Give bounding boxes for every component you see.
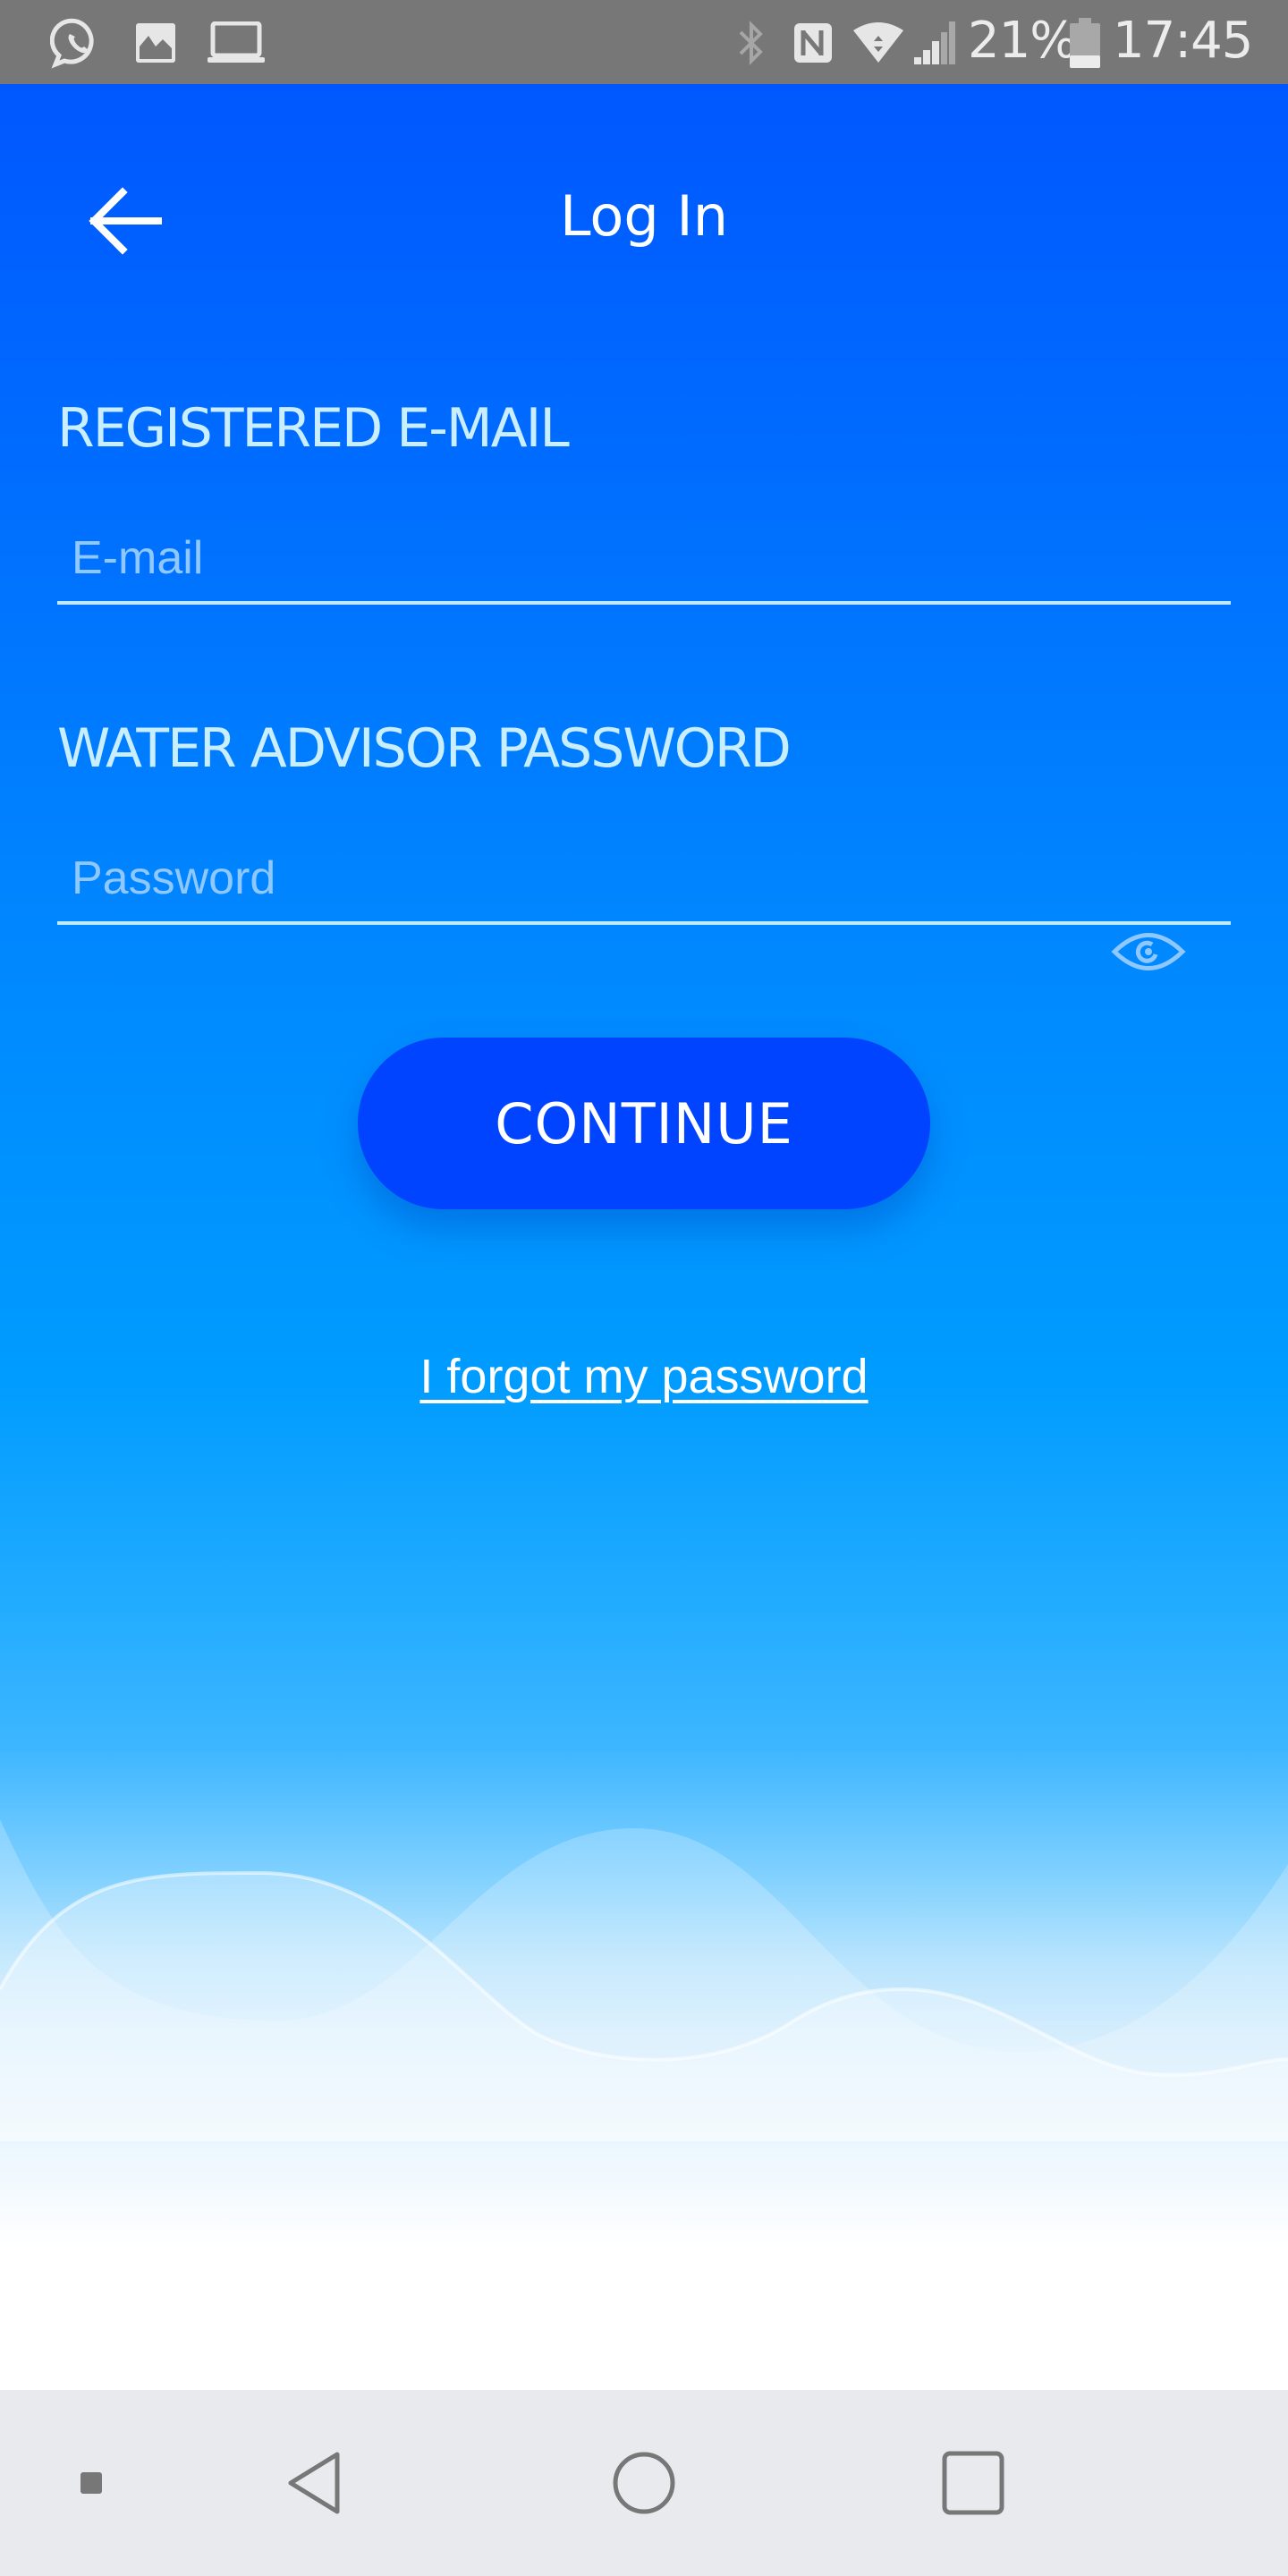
nav-recents-button[interactable]	[930, 2440, 1016, 2526]
password-input[interactable]	[57, 835, 1231, 925]
battery-percent: 21%	[968, 12, 1077, 70]
laptop-icon	[208, 21, 265, 69]
show-password-toggle[interactable]	[1106, 916, 1191, 987]
nfc-icon	[792, 21, 834, 69]
home-circle-icon	[613, 2452, 675, 2514]
status-bar: 21% 17:45	[0, 0, 1288, 84]
password-label: WATER ADVISOR PASSWORD	[57, 717, 792, 780]
email-label: REGISTERED E-MAIL	[57, 397, 570, 460]
recents-square-icon	[942, 2451, 1004, 2515]
indicator-dot-icon	[80, 2472, 102, 2494]
login-screen: Log In REGISTERED E-MAIL WATER ADVISOR P…	[0, 84, 1288, 2390]
nav-home-button[interactable]	[601, 2440, 687, 2526]
wifi-icon	[853, 21, 903, 69]
back-triangle-icon	[288, 2452, 340, 2514]
continue-button[interactable]: CONTINUE	[358, 1038, 930, 1209]
email-input[interactable]	[57, 515, 1231, 605]
whatsapp-icon	[49, 16, 104, 74]
bluetooth-icon	[737, 20, 766, 71]
wave-decoration	[0, 1819, 1288, 2141]
battery-icon	[1070, 18, 1100, 72]
page-title: Log In	[559, 183, 729, 249]
forgot-password-link[interactable]: I forgot my password	[0, 1345, 1288, 1408]
eye-icon	[1111, 933, 1186, 970]
nav-indicator	[48, 2440, 134, 2526]
clock: 17:45	[1113, 12, 1253, 70]
signal-icon	[914, 20, 957, 71]
nav-back-button[interactable]	[272, 2440, 358, 2526]
gallery-icon	[134, 21, 177, 69]
navigation-bar	[0, 2390, 1288, 2576]
